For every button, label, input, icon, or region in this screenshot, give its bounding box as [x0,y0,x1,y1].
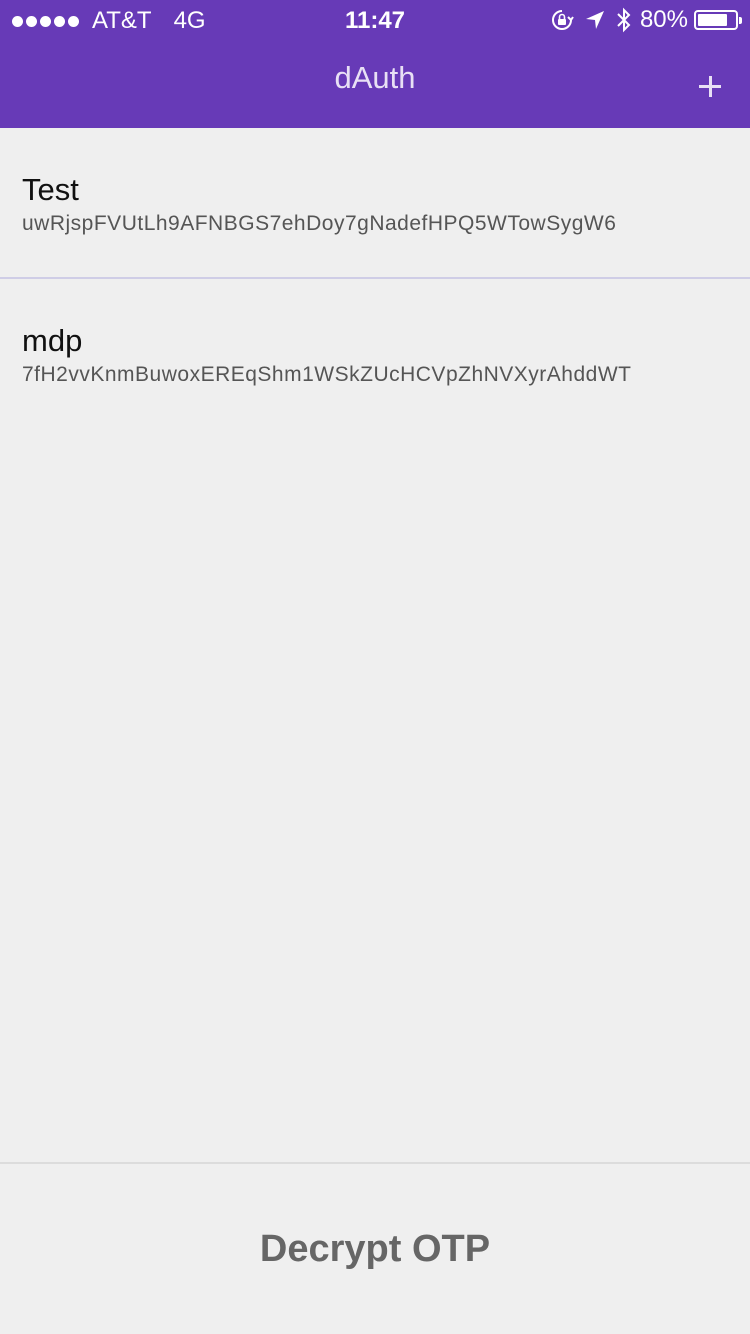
status-right: 80% [540,6,742,34]
account-secret: uwRjspFVUtLh9AFNBGS7ehDoy7gNadefHPQ5WTow… [22,212,617,235]
account-name: mdp [22,323,83,358]
orientation-lock-icon [550,8,574,32]
list-item[interactable]: Test uwRjspFVUtLh9AFNBGS7ehDoy7gNadefHPQ… [0,128,750,279]
footer: Decrypt OTP [0,1162,750,1334]
account-secret: 7fH2vvKnmBuwoxEREqShm1WSkZUcHCVpZhNVXyrA… [22,363,632,386]
app-screen: AT&T 4G 11:47 80% dAuth Test uwRjspFVUtL… [0,0,750,1334]
account-list: Test uwRjspFVUtLh9AFNBGS7ehDoy7gNadefHPQ… [0,128,750,429]
battery-percent: 80% [639,6,688,33]
list-item[interactable]: mdp 7fH2vvKnmBuwoxEREqShm1WSkZUcHCVpZhNV… [0,279,750,429]
status-bar: AT&T 4G 11:47 80% [0,0,750,40]
decrypt-otp-button[interactable]: Decrypt OTP [0,1164,750,1334]
header: AT&T 4G 11:47 80% dAuth [0,0,750,128]
nav-bar: dAuth [0,40,750,128]
add-account-button[interactable] [692,68,728,104]
location-arrow-icon [584,9,606,31]
account-name: Test [22,172,79,207]
page-title: dAuth [334,60,416,95]
battery-icon [694,10,742,30]
bluetooth-icon [616,7,632,33]
